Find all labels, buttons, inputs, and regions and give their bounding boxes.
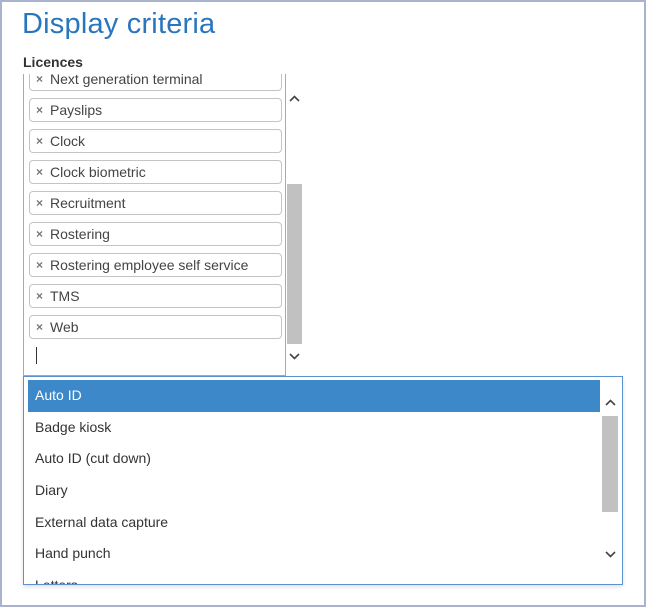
tag-label: Next generation terminal	[50, 74, 203, 87]
selected-tag: × Clock biometric	[29, 160, 282, 184]
remove-x-icon[interactable]: ×	[34, 258, 45, 272]
remove-x-icon[interactable]: ×	[34, 165, 45, 179]
options-list: Auto ID Badge kiosk Auto ID (cut down) D…	[28, 380, 600, 584]
dropdown-option[interactable]: External data capture	[28, 507, 600, 539]
scroll-thumb[interactable]	[287, 184, 302, 344]
tag-label: Rostering	[50, 226, 110, 242]
dropdown-option[interactable]: Auto ID	[28, 380, 600, 412]
remove-x-icon[interactable]: ×	[34, 320, 45, 334]
tag-label: Web	[50, 319, 79, 335]
selected-tag: × Payslips	[29, 98, 282, 122]
chevron-down-icon[interactable]	[601, 546, 619, 562]
dropdown-option[interactable]: Badge kiosk	[28, 412, 600, 444]
page-title: Display criteria	[22, 8, 216, 40]
tag-label: Clock	[50, 133, 86, 149]
selected-tag: × Web	[29, 315, 282, 339]
tag-label: Recruitment	[50, 195, 126, 211]
tags-scrollbar[interactable]	[286, 90, 303, 364]
tag-label: Clock biometric	[50, 164, 146, 180]
remove-x-icon[interactable]: ×	[34, 227, 45, 241]
criteria-panel: Display criteria Licences × Next generat…	[0, 0, 646, 607]
selected-tag: × Rostering employee self service	[29, 253, 282, 277]
remove-x-icon[interactable]: ×	[34, 134, 45, 148]
chevron-up-icon[interactable]	[601, 394, 619, 410]
licences-multiselect[interactable]: × Next generation terminal × Payslips × …	[23, 74, 286, 376]
remove-x-icon[interactable]: ×	[34, 196, 45, 210]
selected-tag: × Rostering	[29, 222, 282, 246]
tag-label: TMS	[50, 288, 80, 304]
dropdown-scrollbar[interactable]	[601, 380, 619, 580]
dropdown-option[interactable]: Hand punch	[28, 538, 600, 570]
licences-dropdown: Auto ID Badge kiosk Auto ID (cut down) D…	[23, 376, 623, 585]
tag-label: Payslips	[50, 102, 103, 118]
licences-label: Licences	[23, 54, 83, 70]
chevron-down-icon[interactable]	[286, 348, 303, 364]
remove-x-icon[interactable]: ×	[34, 103, 45, 117]
scroll-thumb[interactable]	[602, 416, 618, 512]
remove-x-icon[interactable]: ×	[34, 289, 45, 303]
dropdown-option[interactable]: Auto ID (cut down)	[28, 443, 600, 475]
selected-tag: × Clock	[29, 129, 282, 153]
selected-tag: × Recruitment	[29, 191, 282, 215]
dropdown-option[interactable]: Letters	[28, 570, 600, 584]
chevron-up-icon[interactable]	[286, 90, 303, 106]
remove-x-icon[interactable]: ×	[34, 74, 45, 86]
dropdown-option[interactable]: Diary	[28, 475, 600, 507]
selected-tag: × Next generation terminal	[29, 74, 282, 91]
tag-label: Rostering employee self service	[50, 257, 249, 273]
selected-tags-list: × Next generation terminal × Payslips × …	[29, 74, 282, 346]
search-input-caret[interactable]	[36, 347, 37, 364]
selected-tag: × TMS	[29, 284, 282, 308]
